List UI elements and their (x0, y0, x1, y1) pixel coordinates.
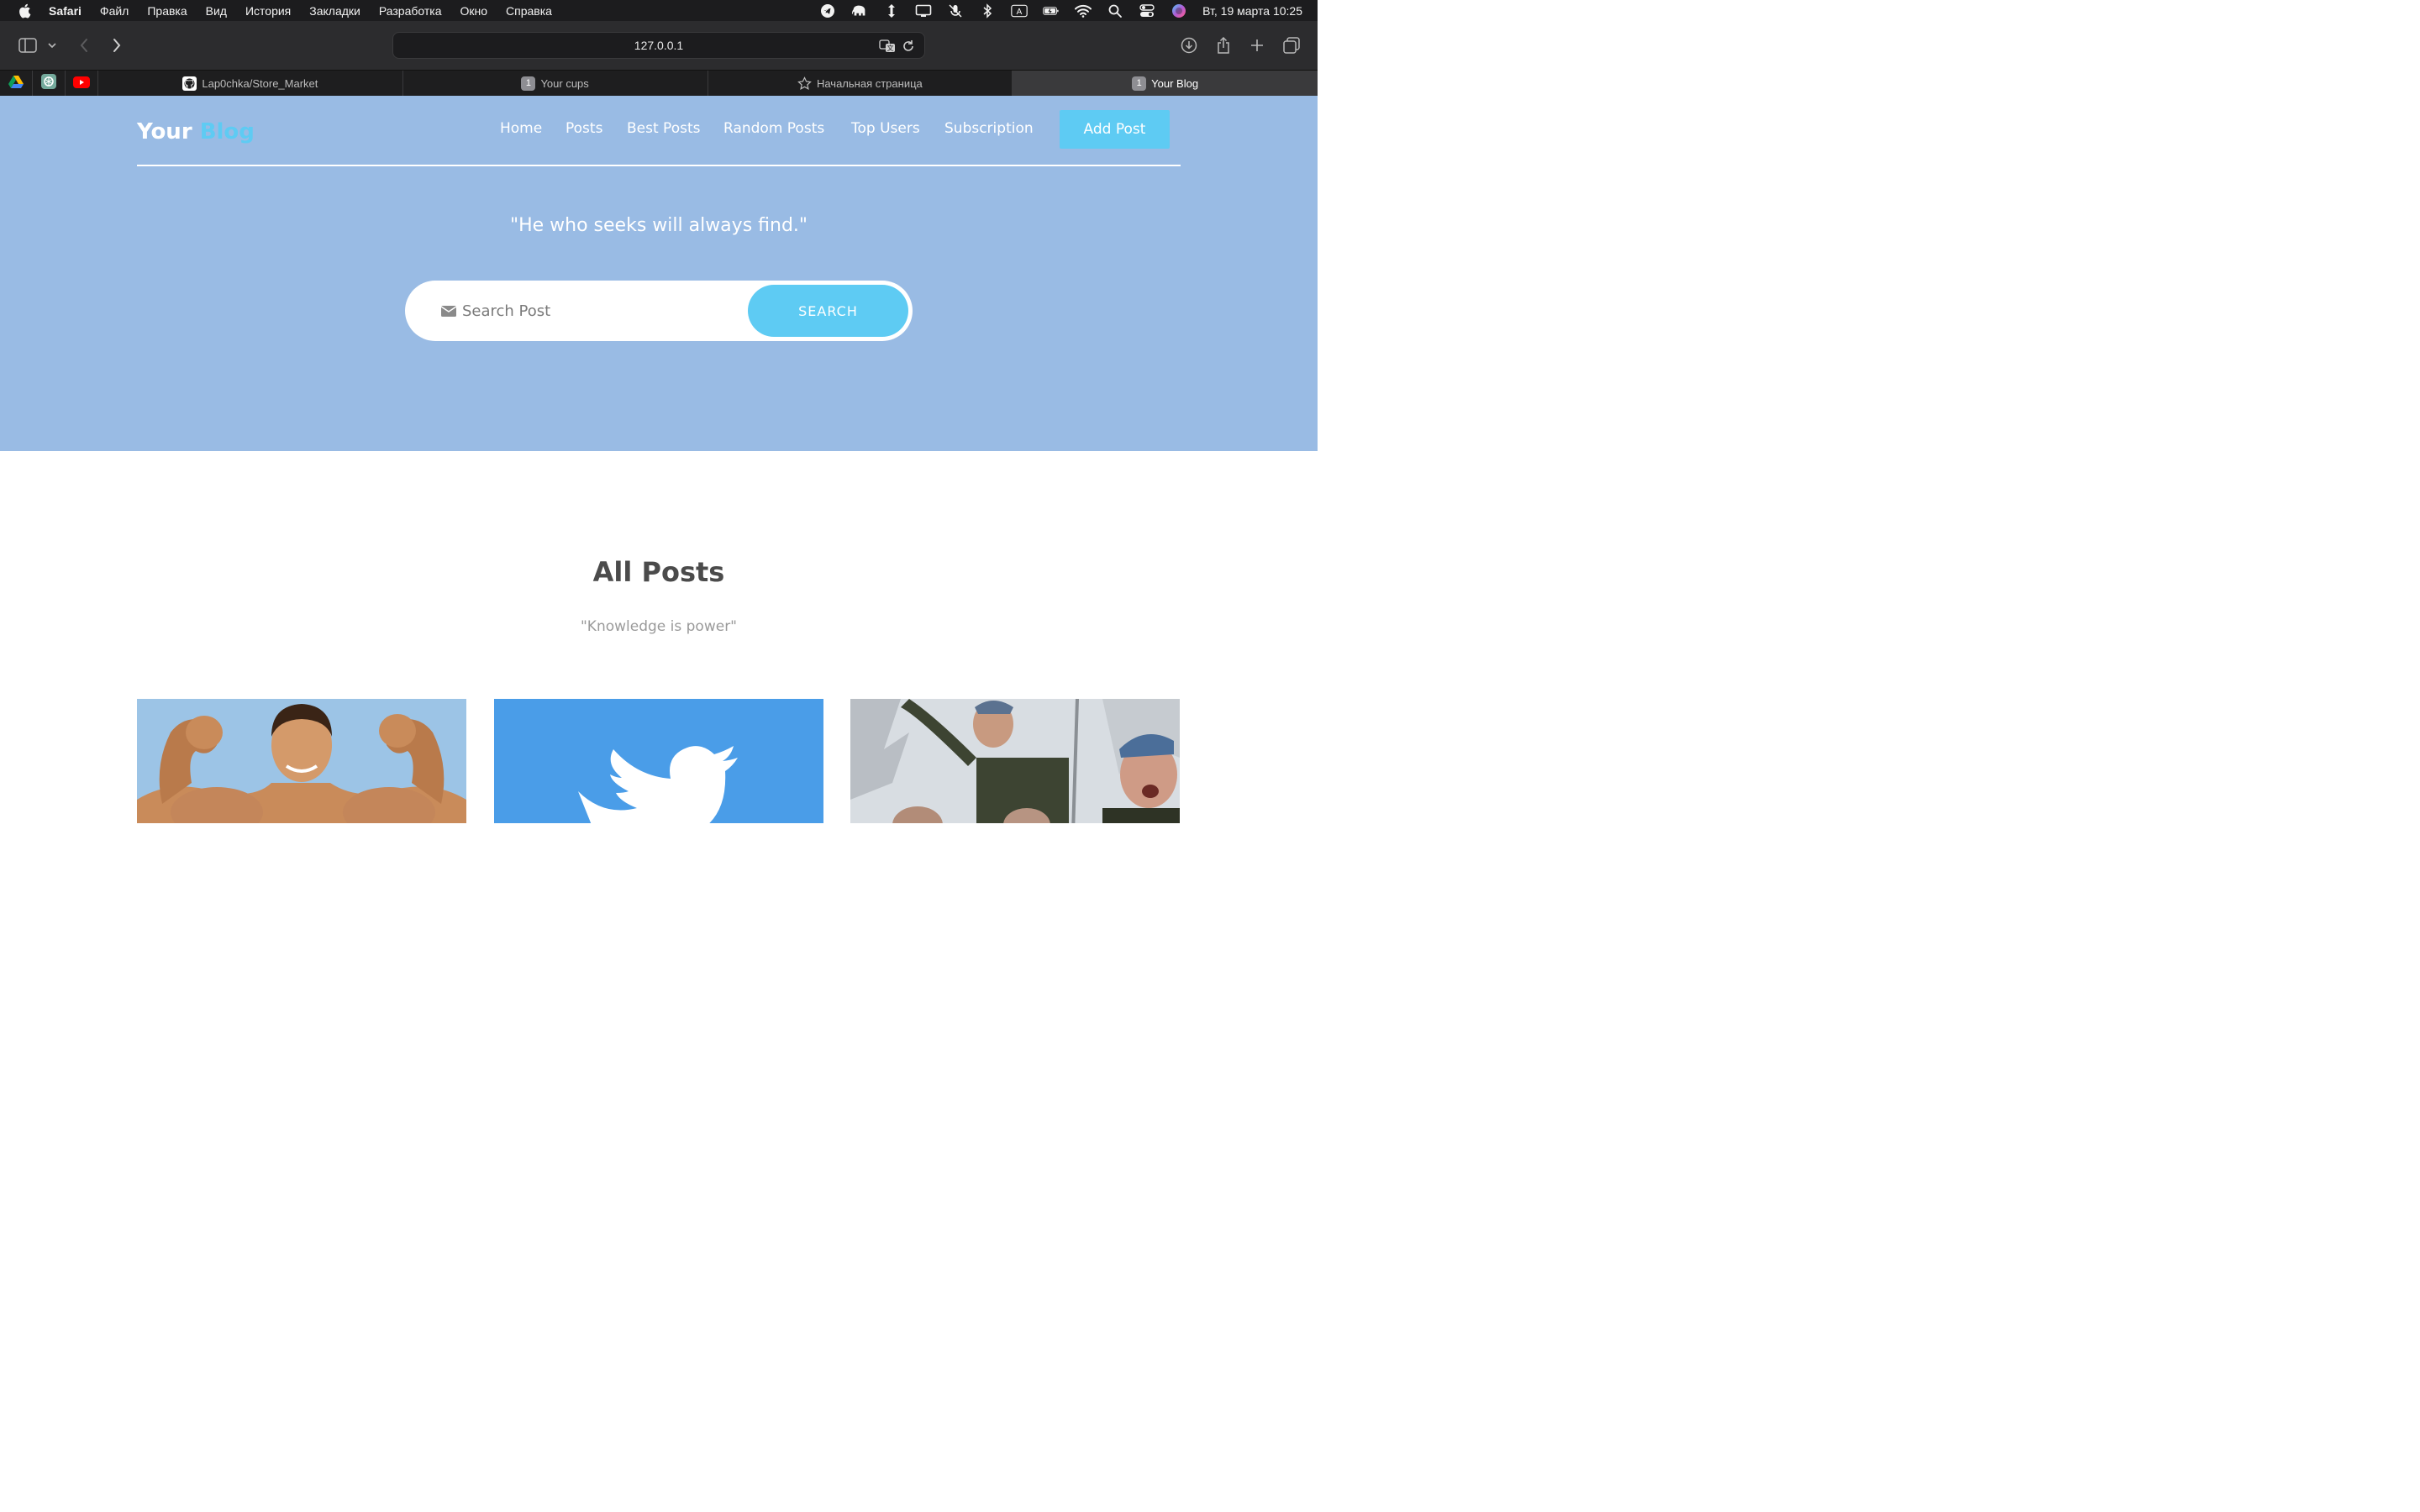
menubar-clock[interactable]: Вт, 19 марта 10:25 (1202, 4, 1302, 18)
new-tab-plus-icon[interactable] (1245, 34, 1269, 57)
youtube-icon (73, 76, 90, 92)
nav-random-posts[interactable]: Random Posts (723, 120, 824, 137)
keyboard-layout-icon[interactable]: A (1011, 4, 1028, 18)
svg-text:文: 文 (887, 44, 894, 52)
reload-icon[interactable] (901, 39, 916, 54)
translate-icon[interactable]: 文 (879, 39, 896, 54)
tab-label: Your cups (540, 76, 589, 90)
pinned-tab-chatgpt[interactable] (33, 71, 66, 96)
battery-charging-icon[interactable] (1043, 4, 1060, 18)
tab-start-page[interactable]: Начальная страница (708, 71, 1013, 96)
telegram-icon[interactable] (819, 3, 836, 18)
menu-history[interactable]: История (245, 4, 291, 18)
logo-main-text: Your (137, 119, 192, 144)
keyboard-layout-label: A (1017, 7, 1023, 16)
envelope-icon (440, 304, 457, 318)
nav-home[interactable]: Home (500, 120, 542, 137)
post-card-bodybuilder-image[interactable] (137, 699, 466, 823)
address-bar-url: 127.0.0.1 (634, 39, 684, 52)
downloads-icon[interactable] (1177, 34, 1201, 57)
apple-logo-icon[interactable] (17, 3, 32, 18)
siri-icon[interactable] (1171, 3, 1187, 18)
menu-app-safari[interactable]: Safari (49, 4, 82, 18)
tab-badge: 1 (1132, 76, 1147, 91)
menu-develop[interactable]: Разработка (379, 4, 442, 18)
back-arrow-icon[interactable] (72, 34, 96, 57)
wifi-icon[interactable] (1075, 4, 1092, 18)
post-card-soldiers-image[interactable] (850, 699, 1180, 823)
bluetooth-icon[interactable] (979, 3, 996, 18)
tab-your-cups[interactable]: 1 Your cups (403, 71, 708, 96)
web-page: Your Blog Home Posts Best Posts Random P… (0, 96, 1318, 823)
address-bar[interactable]: 127.0.0.1 文 (392, 32, 925, 59)
macos-menu-bar: Safari Файл Правка Вид История Закладки … (0, 0, 1318, 21)
menu-edit[interactable]: Правка (147, 4, 187, 18)
star-icon (797, 76, 812, 91)
hero-section: Your Blog Home Posts Best Posts Random P… (0, 96, 1318, 451)
menu-help[interactable]: Справка (506, 4, 552, 18)
search-button[interactable]: SEARCH (748, 285, 908, 337)
nav-best-posts[interactable]: Best Posts (627, 120, 700, 137)
pinned-tab-youtube[interactable] (66, 71, 98, 96)
sidebar-toggle-icon[interactable] (16, 34, 39, 57)
site-logo[interactable]: Your Blog (137, 119, 255, 144)
google-drive-icon (8, 75, 24, 92)
post-card-twitter-image[interactable] (494, 699, 823, 823)
tab-badge: 1 (521, 76, 536, 91)
display-icon[interactable] (915, 4, 932, 18)
nav-posts[interactable]: Posts (566, 120, 602, 137)
logo-accent-text: Blog (199, 119, 255, 144)
menu-view[interactable]: Вид (206, 4, 227, 18)
share-icon[interactable] (1212, 34, 1235, 57)
browser-toolbar: 127.0.0.1 文 (0, 21, 1318, 70)
muted-mic-icon[interactable] (947, 3, 964, 18)
nav-top-users[interactable]: Top Users (851, 120, 920, 137)
section-subtitle: "Knowledge is power" (580, 618, 738, 635)
menu-bookmarks[interactable]: Закладки (309, 4, 360, 18)
section-title: All Posts (592, 556, 725, 588)
tab-label: Начальная страница (816, 76, 923, 90)
vertical-arrows-icon[interactable] (883, 3, 900, 18)
status-area: A Вт, 19 марта 10:25 (804, 0, 1302, 21)
elephant-app-icon[interactable] (851, 4, 868, 18)
tab-group-chevron-down-icon[interactable] (42, 34, 62, 57)
chatgpt-icon (41, 74, 56, 92)
search-form: SEARCH (405, 281, 913, 341)
tab-label: Lap0chka/Store_Market (202, 76, 318, 90)
tab-your-blog[interactable]: 1 Your Blog (1013, 71, 1318, 96)
menu-window[interactable]: Окно (460, 4, 487, 18)
add-post-button[interactable]: Add Post (1060, 110, 1170, 149)
forward-arrow-icon[interactable] (105, 34, 129, 57)
spotlight-search-icon[interactable] (1107, 4, 1123, 18)
search-input[interactable] (462, 296, 731, 326)
hero-quote: "He who seeks will always find." (509, 215, 808, 236)
menu-file[interactable]: Файл (100, 4, 129, 18)
nav-subscription[interactable]: Subscription (944, 120, 1034, 137)
hero-divider (137, 165, 1181, 166)
tab-bar: Lap0chka/Store_Market 1 Your cups Началь… (0, 70, 1318, 96)
tab-label: Your Blog (1151, 76, 1199, 90)
pinned-tab-google-drive[interactable] (0, 71, 33, 96)
tab-overview-icon[interactable] (1280, 34, 1303, 57)
tab-store-market[interactable]: Lap0chka/Store_Market (98, 71, 403, 96)
control-center-icon[interactable] (1139, 3, 1155, 18)
github-icon (182, 76, 197, 91)
